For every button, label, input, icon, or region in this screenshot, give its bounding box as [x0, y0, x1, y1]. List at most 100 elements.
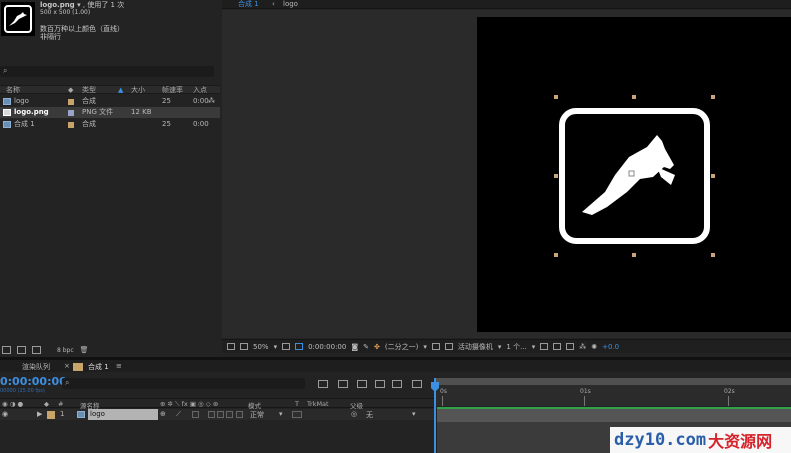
layer-switch[interactable]: [217, 411, 224, 418]
exposure-value[interactable]: +0.0: [602, 343, 619, 351]
transform-handle[interactable]: [554, 95, 558, 99]
col-name[interactable]: 名称: [6, 86, 20, 94]
transparency-grid-icon[interactable]: [444, 343, 453, 350]
layer-duration-bar[interactable]: [437, 407, 791, 422]
fast-preview-icon[interactable]: [553, 343, 562, 350]
footage-usage[interactable]: ▾ , 使用了 1 次: [77, 1, 124, 9]
timeline-icon[interactable]: [566, 343, 575, 350]
chevron-down-icon[interactable]: ▾: [532, 343, 536, 351]
interpret-footage-icon[interactable]: [2, 346, 11, 354]
timeline-search-input[interactable]: ⌕: [62, 378, 305, 389]
timeline-timecode[interactable]: 0:00:00:00: [0, 375, 67, 388]
chevron-down-icon[interactable]: ▾: [498, 343, 502, 351]
chevron-left-icon[interactable]: ‹: [272, 0, 275, 8]
layer-name[interactable]: logo: [88, 409, 158, 420]
layer-switch[interactable]: [236, 411, 243, 418]
composition-canvas[interactable]: [477, 17, 791, 332]
motion-blur-icon[interactable]: [392, 380, 402, 388]
camera-snapshot-icon[interactable]: ◙: [351, 343, 358, 351]
safe-margins-icon[interactable]: [282, 343, 291, 350]
col-trkmat[interactable]: TrkMat: [307, 400, 329, 408]
panel-menu-icon[interactable]: ≡: [116, 362, 122, 370]
av-switches-icon[interactable]: ◉ ◑ ●: [2, 400, 23, 408]
logo-layer-graphic[interactable]: [477, 17, 791, 332]
project-item[interactable]: 合成 1 合成 25 0:00: [0, 119, 220, 130]
project-search-input[interactable]: ⌕: [0, 66, 214, 77]
flowchart-icon[interactable]: ⁂: [579, 343, 586, 351]
label-col-icon[interactable]: ◆: [68, 86, 73, 94]
pixel-aspect-icon[interactable]: [540, 343, 549, 350]
pickwhip-icon[interactable]: ◎: [351, 410, 357, 418]
zoom-select[interactable]: 50%: [253, 343, 269, 351]
label-chip[interactable]: [47, 411, 55, 419]
chevron-down-icon[interactable]: ▾: [412, 410, 416, 418]
tab-comp-1[interactable]: 合成 1: [238, 0, 259, 8]
chevron-down-icon[interactable]: ▾: [274, 343, 278, 351]
tab-logo[interactable]: logo: [283, 0, 298, 8]
show-snapshot-icon[interactable]: ✎: [363, 343, 369, 351]
new-folder-icon[interactable]: [17, 346, 26, 354]
frame-blending-icon[interactable]: [375, 380, 385, 388]
expand-arrow-icon[interactable]: ▶: [37, 410, 42, 418]
col-size[interactable]: 大小: [131, 86, 145, 94]
close-icon[interactable]: ×: [64, 362, 70, 370]
label-chip[interactable]: [68, 110, 74, 116]
ruler-label: 0s: [440, 388, 447, 395]
bit-depth-button[interactable]: 8 bpc: [57, 347, 74, 354]
col-fps[interactable]: 帧速率: [162, 86, 183, 94]
always-preview-icon[interactable]: [227, 343, 235, 350]
col-in[interactable]: 入点: [193, 86, 207, 94]
col-index[interactable]: #: [58, 400, 63, 408]
label-chip[interactable]: [68, 122, 74, 128]
color-channel-icon[interactable]: ✤: [374, 343, 380, 351]
work-area-bar[interactable]: [434, 378, 791, 385]
sort-up-icon[interactable]: ▲: [118, 86, 123, 94]
mask-visibility-icon[interactable]: [295, 343, 304, 350]
layer-switch[interactable]: [192, 411, 199, 418]
region-of-interest-icon[interactable]: [431, 343, 440, 350]
new-composition-icon[interactable]: [32, 346, 41, 354]
tab-comp-1[interactable]: 合成 1: [88, 362, 109, 372]
switches-icons[interactable]: ⊕ ✲ ⟍ fx ▣ ◎ ◇ ⊛: [160, 400, 218, 409]
label-chip[interactable]: [68, 99, 74, 105]
parent-select[interactable]: 无: [366, 410, 373, 420]
transform-handle[interactable]: [711, 174, 715, 178]
views-select[interactable]: 1 个...: [506, 342, 526, 352]
transform-handle[interactable]: [632, 253, 636, 257]
comp-mini-flowchart-icon[interactable]: [318, 380, 328, 388]
layer-switch[interactable]: [226, 411, 233, 418]
eye-icon[interactable]: ◉: [2, 410, 8, 418]
transform-handle[interactable]: [554, 253, 558, 257]
footage-interlace: 非隔行: [40, 33, 61, 41]
chevron-down-icon[interactable]: ▾: [423, 343, 427, 351]
quality-switch[interactable]: ⟋: [176, 410, 181, 419]
col-type[interactable]: 类型: [82, 86, 96, 94]
project-item[interactable]: logo 合成 25 0:00 ⁂: [0, 96, 220, 107]
transform-handle[interactable]: [632, 95, 636, 99]
monitor-icon[interactable]: [240, 343, 248, 350]
viewer-timecode[interactable]: 0:00:00:00: [308, 343, 346, 351]
chevron-down-icon[interactable]: ▾: [279, 410, 283, 418]
graph-editor-icon[interactable]: [412, 380, 422, 388]
tab-render-queue[interactable]: 渲染队列: [22, 362, 50, 372]
camera-select[interactable]: 活动摄像机: [458, 342, 493, 352]
project-footer: 8 bpc 🗑: [0, 343, 220, 357]
transform-handle[interactable]: [711, 253, 715, 257]
transform-handle[interactable]: [711, 95, 715, 99]
preserve-transparency-switch[interactable]: [292, 411, 302, 418]
resolution-select[interactable]: (二分之一): [385, 342, 418, 352]
trash-icon[interactable]: 🗑: [80, 346, 89, 354]
col-t[interactable]: T: [295, 400, 299, 408]
shy-switch[interactable]: ⊕: [160, 410, 166, 418]
shy-layers-icon[interactable]: [357, 380, 367, 388]
draft-3d-icon[interactable]: [338, 380, 348, 388]
project-item[interactable]: logo.png PNG 文件 12 KB: [0, 107, 220, 118]
project-column-header: 名称 ◆ 类型 ▲ 大小 帧速率 入点: [0, 85, 220, 94]
exposure-reset-icon[interactable]: ✺: [591, 343, 597, 351]
label-col-icon[interactable]: ◆: [44, 400, 49, 408]
flowchart-icon[interactable]: ⁂: [208, 96, 215, 107]
transform-handle[interactable]: [554, 174, 558, 178]
mode-select[interactable]: 正常: [250, 410, 264, 420]
composition-icon: [77, 411, 85, 418]
layer-switch[interactable]: [208, 411, 215, 418]
